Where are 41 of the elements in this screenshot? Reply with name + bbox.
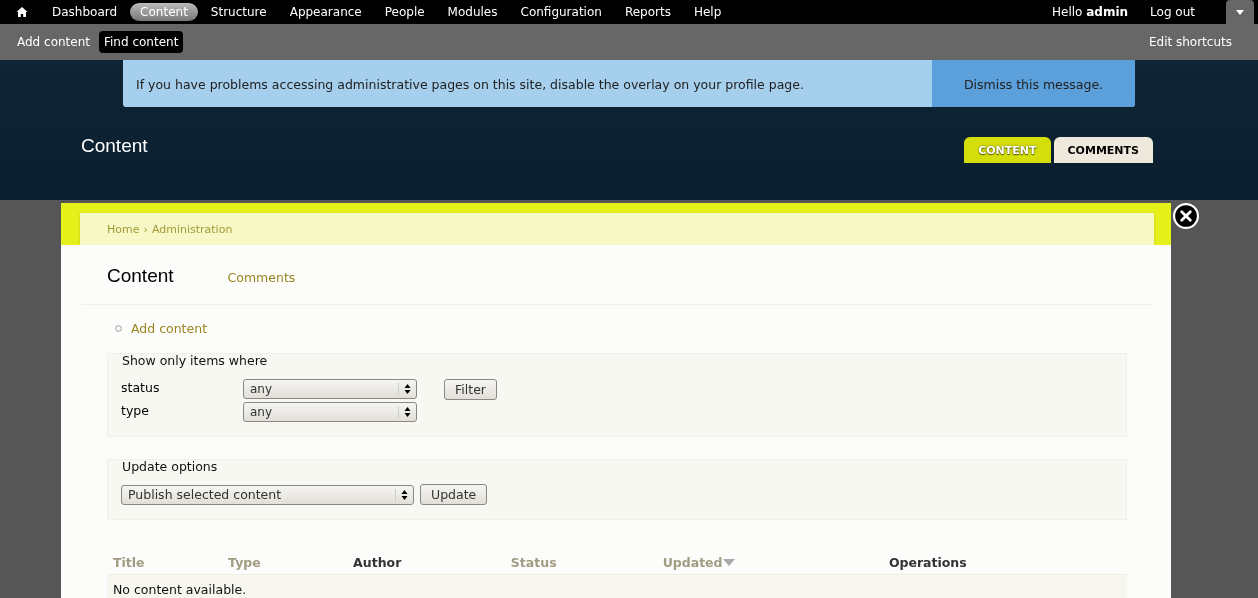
empty-message: No content available. xyxy=(113,582,247,597)
comments-tab[interactable]: Comments xyxy=(227,270,296,285)
spinner-arrows-icon xyxy=(398,406,411,418)
menu-item[interactable]: People xyxy=(374,3,435,21)
home-icon[interactable] xyxy=(16,6,28,18)
fieldset-legend: Update options xyxy=(122,459,218,474)
column-header: Author xyxy=(353,554,402,570)
menu-item[interactable]: Appearance xyxy=(279,3,372,21)
menu-item[interactable]: Configuration xyxy=(510,3,612,21)
menu-item[interactable]: Dashboard xyxy=(42,3,128,21)
overlay-tab[interactable]: COMMENTS xyxy=(1053,137,1153,163)
spinner-arrows-icon xyxy=(398,383,411,395)
breadcrumb-separator: › xyxy=(143,222,148,236)
shortcut-link[interactable]: Add content xyxy=(12,31,95,53)
menu-item[interactable]: Modules xyxy=(437,3,508,21)
shortcuts-toggle[interactable] xyxy=(1226,0,1254,24)
column-header: Operations xyxy=(888,554,967,570)
message-text: If you have problems accessing administrative pages on this site, disable the overlay on your profile page. xyxy=(135,76,805,94)
menu-item[interactable]: Structure xyxy=(200,3,277,21)
filter-label: status xyxy=(121,379,161,395)
caret-icon xyxy=(1236,9,1244,15)
filter-select[interactable]: any xyxy=(243,402,417,422)
filter-select[interactable]: any xyxy=(243,379,417,399)
menu-item[interactable]: Help xyxy=(683,3,732,21)
menu-item[interactable]: Reports xyxy=(614,3,681,21)
logout-link[interactable]: Log out xyxy=(1140,3,1205,21)
page-title: Content xyxy=(81,135,148,157)
bullet-icon xyxy=(115,324,122,332)
user-greeting: Hello admin xyxy=(1052,5,1129,19)
filter-label: type xyxy=(121,402,150,418)
shortcut-link[interactable]: Find content xyxy=(99,31,184,53)
close-icon[interactable] xyxy=(1173,203,1199,229)
add-content-link[interactable]: Add content xyxy=(131,320,208,336)
edit-shortcuts-link[interactable]: Edit shortcuts xyxy=(1143,31,1237,53)
spinner-arrows-icon xyxy=(395,488,408,501)
dismiss-link[interactable]: Dismiss this message. xyxy=(932,60,1135,107)
filter-button[interactable]: Filter xyxy=(444,379,497,400)
update-button[interactable]: Update xyxy=(420,484,488,505)
operation-select[interactable]: Publish selected content xyxy=(121,484,414,505)
fieldset-legend: Show only items where xyxy=(122,353,268,368)
content-heading: Content xyxy=(107,265,174,287)
